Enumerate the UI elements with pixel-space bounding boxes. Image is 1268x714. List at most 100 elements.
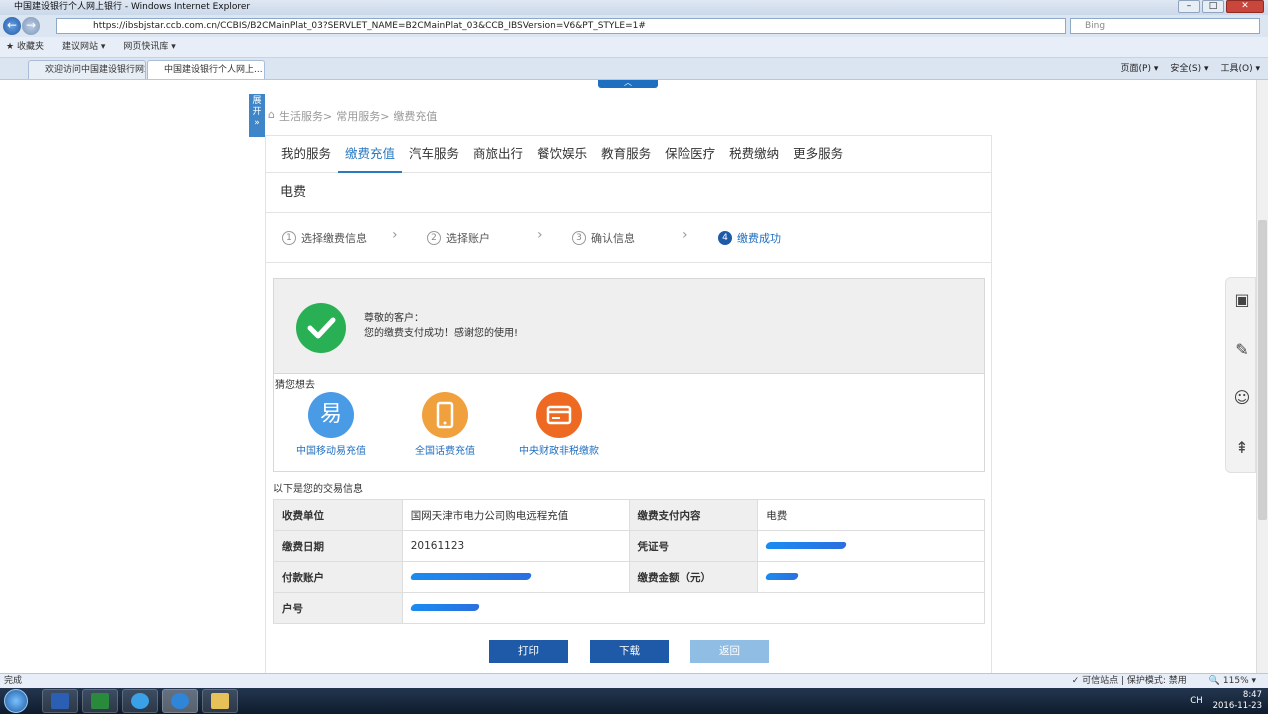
household-value [401,592,986,624]
nav-my-services[interactable]: 我的服务 [274,136,338,173]
redaction-mark [765,573,800,580]
vertical-scrollbar[interactable] [1256,80,1268,673]
phone-icon [422,392,468,438]
fav-link-webslices[interactable]: 网页快讯库 ▾ [123,37,175,57]
close-window-button[interactable]: ✕ [1226,0,1264,13]
payee-label: 收费单位 [273,499,403,531]
contact-card-icon[interactable]: ▣ [1232,290,1252,310]
voucher-label: 凭证号 [628,530,759,562]
step-3: 3 确认信息 [572,230,635,246]
address-bar[interactable]: https://ibsbjstar.ccb.com.cn/CCBIS/B2CMa… [56,18,1066,34]
explorer-app[interactable] [202,689,238,713]
forward-icon[interactable]: → [22,17,40,35]
minimize-button[interactable]: – [1178,0,1200,13]
success-message: 您的缴费支付成功！感谢您的使用! [364,328,519,339]
page-title: 电费 [266,173,991,213]
redaction-mark [409,573,533,580]
collapse-top-button[interactable]: ︿ [598,80,658,88]
chevron-right-icon: › [392,227,398,243]
taskbar: CH 8:47 2016-11-23 [0,688,1268,714]
content-label: 缴费支付内容 [628,499,759,531]
tab-ccb-personal[interactable]: 中国建设银行个人网上... [147,60,265,79]
nav-travel[interactable]: 商旅出行 [466,136,530,173]
recommendations: 猜您想去 易 中国移动易充值 全国话费充值 中央财政非税缴款 [273,374,985,472]
step-label: 确认信息 [591,232,635,245]
window-title: 中国建设银行个人网上银行 - Windows Internet Explorer [14,2,251,12]
scrollbar-thumb[interactable] [1258,220,1267,520]
clock[interactable]: 8:47 2016-11-23 [1213,690,1262,712]
breadcrumb-item[interactable]: 生活服务> [279,108,332,124]
fav-link-suggested[interactable]: 建议网站 ▾ [62,37,105,57]
ie-app[interactable] [162,689,198,713]
step-4: 4 缴费成功 [718,230,781,246]
household-label: 户号 [273,592,403,624]
table-row: 户号 [273,592,986,624]
expand-sidebar-button[interactable]: 展开» [249,94,265,137]
svc-label: 中国移动易充值 [296,446,366,457]
yi-icon: 易 [308,392,354,438]
zone-label: 可信站点 | 保护模式: 禁用 [1082,676,1187,686]
step-number: 4 [718,231,732,245]
amount-value [757,561,985,593]
expand-label: 展开 [252,96,262,117]
floating-sidebar: ▣ ✎ ☺ ⇞ [1225,277,1256,473]
date-label: 缴费日期 [273,530,403,562]
status-bar: 完成 ✓ 可信站点 | 保护模式: 禁用 🔍 115% ▾ [0,673,1268,688]
tab-ccb-welcome[interactable]: 欢迎访问中国建设银行网站 [28,60,146,79]
system-tray: CH 8:47 2016-11-23 [1190,690,1262,712]
nav-education[interactable]: 教育服务 [594,136,658,173]
page-menu[interactable]: 页面(P) ▾ [1121,60,1159,78]
excel-app[interactable] [82,689,118,713]
edit-icon[interactable]: ✎ [1232,340,1252,360]
zoom-control[interactable]: 🔍 115% ▾ [1209,674,1256,688]
nav-more[interactable]: 更多服务 [786,136,850,173]
svc-phone-recharge[interactable]: 全国话费充值 [390,392,500,457]
transaction-title: 以下是您的交易信息 [273,484,363,495]
nav-payment[interactable]: 缴费充值 [338,136,403,173]
step-number: 1 [282,231,296,245]
content-value: 电费 [757,499,985,531]
search-input[interactable]: Bing [1070,18,1260,34]
home-icon[interactable]: ⌂ [268,108,275,124]
tools-menu[interactable]: 工具(O) ▾ [1221,60,1261,78]
nav-tax[interactable]: 税费缴纳 [722,136,786,173]
back-button[interactable]: 返回 [690,640,769,663]
window-title-bar: 中国建设银行个人网上银行 - Windows Internet Explorer… [0,0,1268,15]
breadcrumb-item[interactable]: 常用服务> [336,108,389,124]
table-row: 缴费日期 20161123 凭证号 [273,530,985,562]
address-row: ← → https://ibsbjstar.ccb.com.cn/CCBIS/B… [0,15,1268,37]
svc-mobile-recharge[interactable]: 易 中国移动易充值 [276,392,386,457]
download-button[interactable]: 下载 [590,640,669,663]
nav-dining[interactable]: 餐饮娱乐 [530,136,594,173]
tab-label: 欢迎访问中国建设银行网站 [45,65,146,75]
card-icon [536,392,582,438]
success-check-icon [296,303,346,353]
start-button[interactable] [4,689,28,713]
payee-value: 国网天津市电力公司购电远程充值 [401,499,630,531]
redaction-mark [765,542,848,549]
safety-menu[interactable]: 安全(S) ▾ [1170,60,1208,78]
favorites-button[interactable]: ★ 收藏夹 [6,37,44,57]
tab-label: 中国建设银行个人网上... [164,65,263,75]
qq-app[interactable] [122,689,158,713]
back-icon[interactable]: ← [3,17,21,35]
back-to-top-icon[interactable]: ⇞ [1232,438,1252,458]
nav-auto[interactable]: 汽车服务 [402,136,466,173]
step-label: 缴费成功 [737,232,781,245]
user-icon[interactable]: ☺ [1232,388,1252,408]
recommendations-title: 猜您想去 [275,380,315,391]
success-greeting: 尊敬的客户： [364,313,424,324]
step-1: 1 选择缴费信息 [282,230,367,246]
date-value: 20161123 [401,530,630,562]
favorites-bar: ★ 收藏夹 建议网站 ▾ 网页快讯库 ▾ [0,37,1268,58]
nav-insurance[interactable]: 保险医疗 [658,136,722,173]
step-number: 3 [572,231,586,245]
language-indicator[interactable]: CH [1190,696,1202,707]
clock-date: 2016-11-23 [1212,701,1262,711]
print-button[interactable]: 打印 [489,640,568,663]
maximize-button[interactable]: □ [1202,0,1224,13]
svc-nontax-payment[interactable]: 中央财政非税缴款 [504,392,614,457]
breadcrumb-item: 缴费充值 [393,110,438,123]
step-label: 选择账户 [446,232,490,245]
word-app[interactable] [42,689,78,713]
